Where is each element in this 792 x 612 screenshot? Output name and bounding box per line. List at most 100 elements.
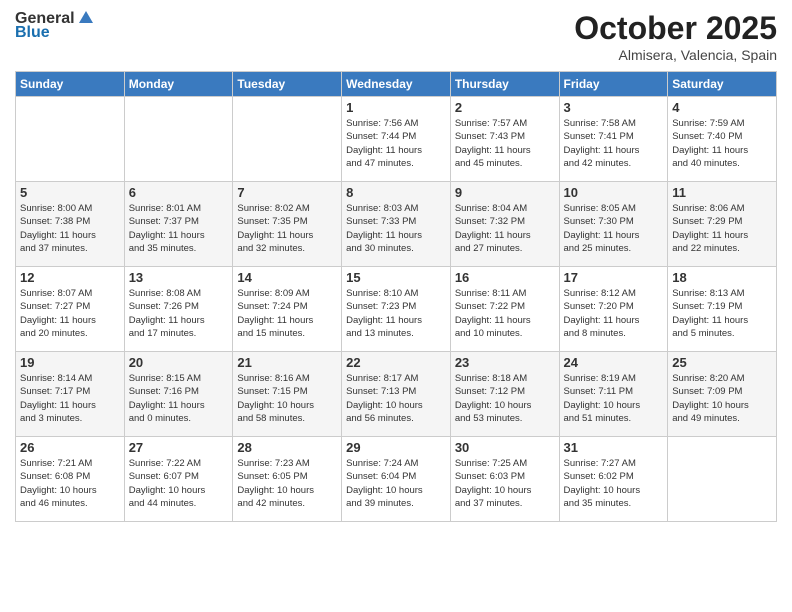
- table-row: 16Sunrise: 8:11 AMSunset: 7:22 PMDayligh…: [450, 267, 559, 352]
- week-row-3: 12Sunrise: 8:07 AMSunset: 7:27 PMDayligh…: [16, 267, 777, 352]
- table-row: 6Sunrise: 8:01 AMSunset: 7:37 PMDaylight…: [124, 182, 233, 267]
- day-info: Sunrise: 8:07 AMSunset: 7:27 PMDaylight:…: [20, 287, 120, 340]
- table-row: [668, 437, 777, 522]
- header-monday: Monday: [124, 72, 233, 97]
- day-number: 17: [564, 270, 664, 285]
- table-row: 3 Sunrise: 7:58 AMSunset: 7:41 PMDaylight…: [559, 97, 668, 182]
- table-row: 17 Sunrise: 8:12 AMSunset: 7:20 PMDayligh…: [559, 267, 668, 352]
- day-number: 9: [455, 185, 555, 200]
- day-info: Sunrise: 8:08 AMSunset: 7:26 PMDaylight:…: [129, 287, 229, 340]
- table-row: 30 Sunrise: 7:25 AMSunset: 6:03 PMDayligh…: [450, 437, 559, 522]
- table-row: 7Sunrise: 8:02 AMSunset: 7:35 PMDaylight…: [233, 182, 342, 267]
- page-container: General Blue October 2025 Almisera, Vale…: [0, 0, 792, 532]
- table-row: 25 Sunrise: 8:20 AMSunset: 7:09 PMDayligh…: [668, 352, 777, 437]
- table-row: 14 Sunrise: 8:09 AMSunset: 7:24 PMDayligh…: [233, 267, 342, 352]
- day-number: 10: [564, 185, 664, 200]
- day-info: Sunrise: 8:19 AMSunset: 7:11 PMDaylight:…: [564, 372, 664, 425]
- week-row-2: 5 Sunrise: 8:00 AMSunset: 7:38 PMDaylight…: [16, 182, 777, 267]
- week-row-1: 1 Sunrise: 7:56 AMSunset: 7:44 PMDaylight…: [16, 97, 777, 182]
- day-info: Sunrise: 8:04 AMSunset: 7:32 PMDaylight:…: [455, 202, 555, 255]
- table-row: 23 Sunrise: 8:18 AMSunset: 7:12 PMDayligh…: [450, 352, 559, 437]
- day-info: Sunrise: 7:25 AMSunset: 6:03 PMDaylight:…: [455, 457, 555, 510]
- day-number: 23: [455, 355, 555, 370]
- day-info: Sunrise: 8:17 AMSunset: 7:13 PMDaylight:…: [346, 372, 446, 425]
- week-row-4: 19Sunrise: 8:14 AMSunset: 7:17 PMDayligh…: [16, 352, 777, 437]
- table-row: 18Sunrise: 8:13 AMSunset: 7:19 PMDayligh…: [668, 267, 777, 352]
- logo-blue: Blue: [15, 24, 50, 42]
- table-row: 8 Sunrise: 8:03 AMSunset: 7:33 PMDaylight…: [342, 182, 451, 267]
- day-info: Sunrise: 8:11 AMSunset: 7:22 PMDaylight:…: [455, 287, 555, 340]
- table-row: 19Sunrise: 8:14 AMSunset: 7:17 PMDayligh…: [16, 352, 125, 437]
- day-info: Sunrise: 8:14 AMSunset: 7:17 PMDaylight:…: [20, 372, 120, 425]
- day-number: 8: [346, 185, 446, 200]
- day-info: Sunrise: 7:59 AMSunset: 7:40 PMDaylight:…: [672, 117, 772, 170]
- table-row: 12Sunrise: 8:07 AMSunset: 7:27 PMDayligh…: [16, 267, 125, 352]
- month-title: October 2025: [574, 10, 777, 47]
- day-info: Sunrise: 8:03 AMSunset: 7:33 PMDaylight:…: [346, 202, 446, 255]
- table-row: 1 Sunrise: 7:56 AMSunset: 7:44 PMDaylight…: [342, 97, 451, 182]
- day-info: Sunrise: 7:22 AMSunset: 6:07 PMDaylight:…: [129, 457, 229, 510]
- day-number: 21: [237, 355, 337, 370]
- day-number: 5: [20, 185, 120, 200]
- day-number: 30: [455, 440, 555, 455]
- table-row: 28Sunrise: 7:23 AMSunset: 6:05 PMDayligh…: [233, 437, 342, 522]
- header: General Blue October 2025 Almisera, Vale…: [15, 10, 777, 63]
- header-saturday: Saturday: [668, 72, 777, 97]
- day-info: Sunrise: 8:15 AMSunset: 7:16 PMDaylight:…: [129, 372, 229, 425]
- header-thursday: Thursday: [450, 72, 559, 97]
- day-info: Sunrise: 8:00 AMSunset: 7:38 PMDaylight:…: [20, 202, 120, 255]
- header-friday: Friday: [559, 72, 668, 97]
- day-number: 15: [346, 270, 446, 285]
- header-tuesday: Tuesday: [233, 72, 342, 97]
- day-info: Sunrise: 8:12 AMSunset: 7:20 PMDaylight:…: [564, 287, 664, 340]
- calendar: Sunday Monday Tuesday Wednesday Thursday…: [15, 71, 777, 522]
- day-info: Sunrise: 8:09 AMSunset: 7:24 PMDaylight:…: [237, 287, 337, 340]
- day-number: 1: [346, 100, 446, 115]
- table-row: 29Sunrise: 7:24 AMSunset: 6:04 PMDayligh…: [342, 437, 451, 522]
- table-row: [124, 97, 233, 182]
- day-number: 31: [564, 440, 664, 455]
- day-number: 14: [237, 270, 337, 285]
- day-number: 29: [346, 440, 446, 455]
- table-row: 22Sunrise: 8:17 AMSunset: 7:13 PMDayligh…: [342, 352, 451, 437]
- day-number: 26: [20, 440, 120, 455]
- table-row: 2 Sunrise: 7:57 AMSunset: 7:43 PMDaylight…: [450, 97, 559, 182]
- table-row: 26Sunrise: 7:21 AMSunset: 6:08 PMDayligh…: [16, 437, 125, 522]
- day-info: Sunrise: 8:06 AMSunset: 7:29 PMDaylight:…: [672, 202, 772, 255]
- day-info: Sunrise: 8:20 AMSunset: 7:09 PMDaylight:…: [672, 372, 772, 425]
- day-info: Sunrise: 8:16 AMSunset: 7:15 PMDaylight:…: [237, 372, 337, 425]
- day-info: Sunrise: 8:18 AMSunset: 7:12 PMDaylight:…: [455, 372, 555, 425]
- logo: General Blue: [15, 10, 95, 42]
- table-row: 27 Sunrise: 7:22 AMSunset: 6:07 PMDayligh…: [124, 437, 233, 522]
- day-info: Sunrise: 7:56 AMSunset: 7:44 PMDaylight:…: [346, 117, 446, 170]
- table-row: 11 Sunrise: 8:06 AMSunset: 7:29 PMDayligh…: [668, 182, 777, 267]
- table-row: 4 Sunrise: 7:59 AMSunset: 7:40 PMDaylight…: [668, 97, 777, 182]
- location-title: Almisera, Valencia, Spain: [574, 47, 777, 63]
- day-number: 3: [564, 100, 664, 115]
- table-row: 5 Sunrise: 8:00 AMSunset: 7:38 PMDaylight…: [16, 182, 125, 267]
- table-row: [233, 97, 342, 182]
- day-number: 27: [129, 440, 229, 455]
- table-row: 24 Sunrise: 8:19 AMSunset: 7:11 PMDayligh…: [559, 352, 668, 437]
- day-number: 2: [455, 100, 555, 115]
- header-sunday: Sunday: [16, 72, 125, 97]
- day-info: Sunrise: 8:13 AMSunset: 7:19 PMDaylight:…: [672, 287, 772, 340]
- table-row: 10 Sunrise: 8:05 AMSunset: 7:30 PMDayligh…: [559, 182, 668, 267]
- table-row: 9 Sunrise: 8:04 AMSunset: 7:32 PMDaylight…: [450, 182, 559, 267]
- table-row: 21 Sunrise: 8:16 AMSunset: 7:15 PMDayligh…: [233, 352, 342, 437]
- logo-icon: [77, 9, 95, 27]
- day-number: 24: [564, 355, 664, 370]
- day-number: 25: [672, 355, 772, 370]
- table-row: 13Sunrise: 8:08 AMSunset: 7:26 PMDayligh…: [124, 267, 233, 352]
- day-number: 11: [672, 185, 772, 200]
- day-info: Sunrise: 7:57 AMSunset: 7:43 PMDaylight:…: [455, 117, 555, 170]
- weekday-header-row: Sunday Monday Tuesday Wednesday Thursday…: [16, 72, 777, 97]
- table-row: [16, 97, 125, 182]
- day-number: 7: [237, 185, 337, 200]
- day-info: Sunrise: 7:23 AMSunset: 6:05 PMDaylight:…: [237, 457, 337, 510]
- day-info: Sunrise: 7:58 AMSunset: 7:41 PMDaylight:…: [564, 117, 664, 170]
- table-row: 20Sunrise: 8:15 AMSunset: 7:16 PMDayligh…: [124, 352, 233, 437]
- title-block: October 2025 Almisera, Valencia, Spain: [574, 10, 777, 63]
- day-info: Sunrise: 8:05 AMSunset: 7:30 PMDaylight:…: [564, 202, 664, 255]
- day-number: 4: [672, 100, 772, 115]
